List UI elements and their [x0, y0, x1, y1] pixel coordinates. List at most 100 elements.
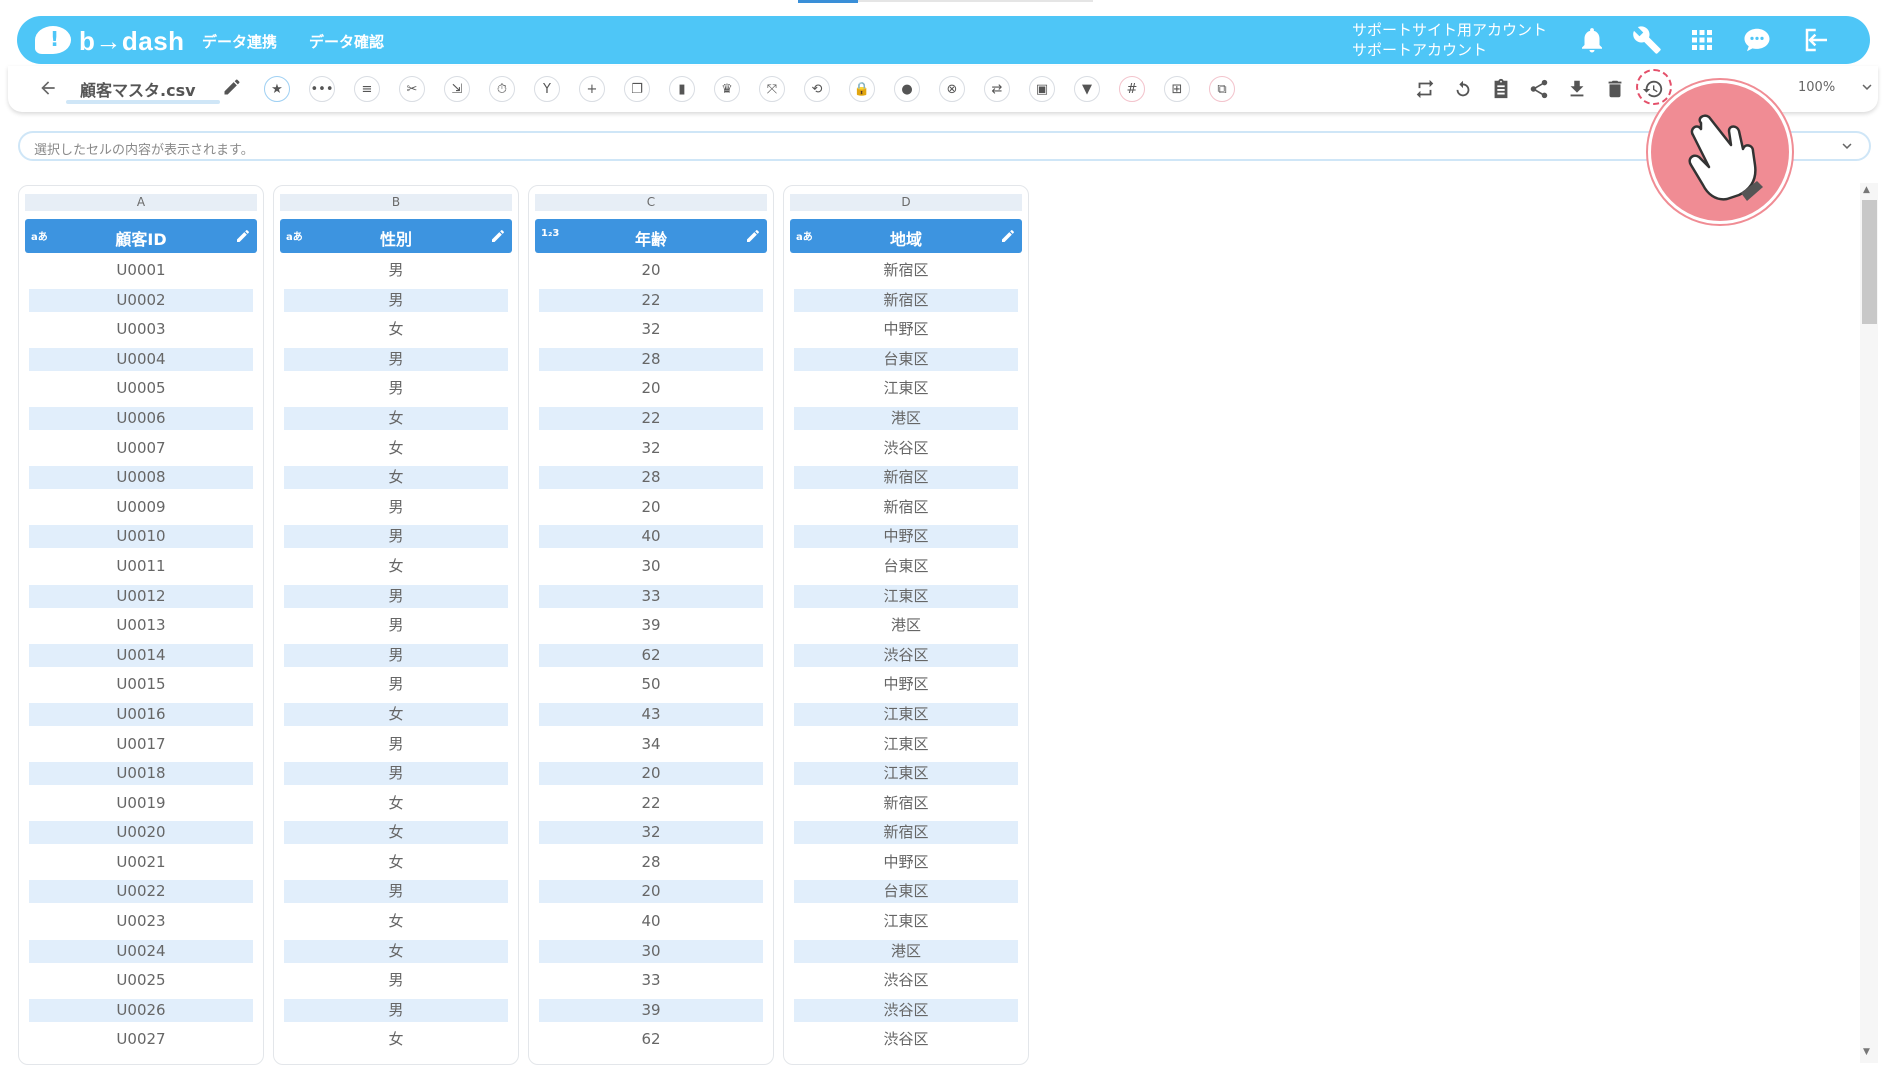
table-cell[interactable]: 女	[284, 466, 508, 490]
table-cell[interactable]: 男	[284, 377, 508, 400]
table-cell[interactable]: 女	[284, 792, 508, 815]
table-cell[interactable]: 40	[539, 525, 763, 549]
table-cell[interactable]: 男	[284, 496, 508, 519]
table-cell[interactable]: 50	[539, 673, 763, 696]
table-cell[interactable]: U0019	[29, 792, 253, 815]
table-cell[interactable]: 女	[284, 821, 508, 845]
table-cell[interactable]: 39	[539, 998, 763, 1022]
table-cell[interactable]: U0025	[29, 969, 253, 992]
table-cell[interactable]: 男	[284, 525, 508, 549]
table-cell[interactable]: 男	[284, 584, 508, 608]
column-letter[interactable]: C	[535, 194, 767, 211]
lock-icon[interactable]: 🔒	[849, 76, 875, 102]
cell-content-bar[interactable]: 選択したセルの内容が表示されます。	[18, 131, 1871, 161]
table-cell[interactable]: 江東区	[794, 584, 1018, 608]
table-cell[interactable]: 男	[284, 762, 508, 786]
trash-icon[interactable]: ▮	[669, 76, 695, 102]
table-cell[interactable]: 江東区	[794, 762, 1018, 786]
table-cell[interactable]: 34	[539, 733, 763, 756]
table-cell[interactable]: U0017	[29, 733, 253, 756]
column-header[interactable]: 1₂3 年齢	[535, 219, 767, 253]
table-cell[interactable]: U0003	[29, 318, 253, 341]
table-cell[interactable]: 女	[284, 939, 508, 963]
table-cell[interactable]: 30	[539, 939, 763, 963]
table-cell[interactable]: 女	[284, 406, 508, 430]
column-letter[interactable]: D	[790, 194, 1022, 211]
column-c[interactable]: C 1₂3 年齢 20 22 32 28 20 22 32 28 20 40 30 33 39 62 50 43 34…	[528, 185, 774, 1065]
table-cell[interactable]: 28	[539, 466, 763, 490]
grid-icon[interactable]	[1687, 25, 1717, 55]
table-cell[interactable]: 渋谷区	[794, 437, 1018, 460]
table-cell[interactable]: U0006	[29, 406, 253, 430]
table-cell[interactable]: 台東区	[794, 347, 1018, 371]
scroll-up-arrow-icon[interactable]: ▲	[1863, 185, 1875, 195]
table-cell[interactable]: U0016	[29, 702, 253, 726]
dots-icon[interactable]: •••	[309, 76, 335, 102]
file-name[interactable]: 顧客マスタ.csv	[80, 77, 196, 101]
table-cell[interactable]: 20	[539, 259, 763, 282]
edit-pencil-icon[interactable]	[490, 228, 506, 244]
table-cell[interactable]: 22	[539, 288, 763, 312]
table-cell[interactable]: 40	[539, 910, 763, 933]
table-cell[interactable]: U0022	[29, 880, 253, 904]
column-d[interactable]: Daあ 地域 新宿区 新宿区 中野区 台東区 江東区 港区 渋谷区 新宿区 新宿区 中野区 台東区 江東区…	[783, 185, 1029, 1065]
table-cell[interactable]: 男	[284, 880, 508, 904]
table-cell[interactable]: 28	[539, 851, 763, 874]
table-cell[interactable]: 32	[539, 437, 763, 460]
table-cell[interactable]: 新宿区	[794, 259, 1018, 282]
table-cell[interactable]: U0013	[29, 614, 253, 637]
split-icon[interactable]: ⧉	[1209, 76, 1235, 102]
table-cell[interactable]: U0027	[29, 1028, 253, 1051]
table-cell[interactable]: 渋谷区	[794, 643, 1018, 667]
table-cell[interactable]: 渋谷区	[794, 969, 1018, 992]
table-cell[interactable]: U0002	[29, 288, 253, 312]
table-cell[interactable]: 男	[284, 969, 508, 992]
table-cell[interactable]: 江東区	[794, 910, 1018, 933]
table-cell[interactable]: 新宿区	[794, 496, 1018, 519]
refresh-icon[interactable]	[1450, 76, 1476, 102]
table-cell[interactable]: 女	[284, 910, 508, 933]
table-cell[interactable]: 男	[284, 347, 508, 371]
table-cell[interactable]: U0018	[29, 762, 253, 786]
table-cell[interactable]: 港区	[794, 406, 1018, 430]
table-cell[interactable]: 江東区	[794, 733, 1018, 756]
column-b[interactable]: Baあ 性別男男女男男女女女男男女男男男男女男男女女女男女女男男女	[273, 185, 519, 1065]
bell-icon[interactable]	[1577, 25, 1607, 55]
table-cell[interactable]: U0026	[29, 998, 253, 1022]
zoom-level[interactable]: 100%	[1798, 80, 1835, 95]
table-cell[interactable]: U0014	[29, 643, 253, 667]
table-cell[interactable]: U0001	[29, 259, 253, 282]
table-cell[interactable]: 男	[284, 614, 508, 637]
table-cell[interactable]: 男	[284, 733, 508, 756]
chevron-down-icon[interactable]	[1838, 137, 1856, 155]
filter-icon[interactable]: ▼	[1074, 76, 1100, 102]
table-cell[interactable]: 43	[539, 702, 763, 726]
table-cell[interactable]: U0023	[29, 910, 253, 933]
clipboard-icon[interactable]	[1488, 76, 1514, 102]
close-circle-icon[interactable]: ⊗	[939, 76, 965, 102]
chevron-down-icon[interactable]	[1858, 78, 1876, 96]
table-cell[interactable]: 20	[539, 762, 763, 786]
table-cell[interactable]: 28	[539, 347, 763, 371]
merge-icon[interactable]: ⇲	[444, 76, 470, 102]
column-letter[interactable]: A	[25, 194, 257, 211]
scrollbar-thumb[interactable]	[1862, 200, 1877, 324]
table-cell[interactable]: 20	[539, 496, 763, 519]
table-cell[interactable]: 32	[539, 318, 763, 341]
table-cell[interactable]: 中野区	[794, 851, 1018, 874]
bdash-logo[interactable]: ! b→dash	[35, 24, 185, 58]
download-icon[interactable]	[1564, 76, 1590, 102]
table-cell[interactable]: 新宿区	[794, 821, 1018, 845]
replace-icon[interactable]: ⇄	[984, 76, 1010, 102]
table-cell[interactable]: 62	[539, 643, 763, 667]
scroll-down-arrow-icon[interactable]: ▼	[1863, 1047, 1875, 1057]
plus-icon[interactable]: +	[579, 76, 605, 102]
table-cell[interactable]: U0010	[29, 525, 253, 549]
table-icon[interactable]: ⊞	[1164, 76, 1190, 102]
table-cell[interactable]: 20	[539, 377, 763, 400]
table-cell[interactable]: 男	[284, 673, 508, 696]
bag-icon[interactable]: ●	[894, 76, 920, 102]
column-header[interactable]: aあ 性別	[280, 219, 512, 253]
table-cell[interactable]: U0020	[29, 821, 253, 845]
table-cell[interactable]: 22	[539, 792, 763, 815]
